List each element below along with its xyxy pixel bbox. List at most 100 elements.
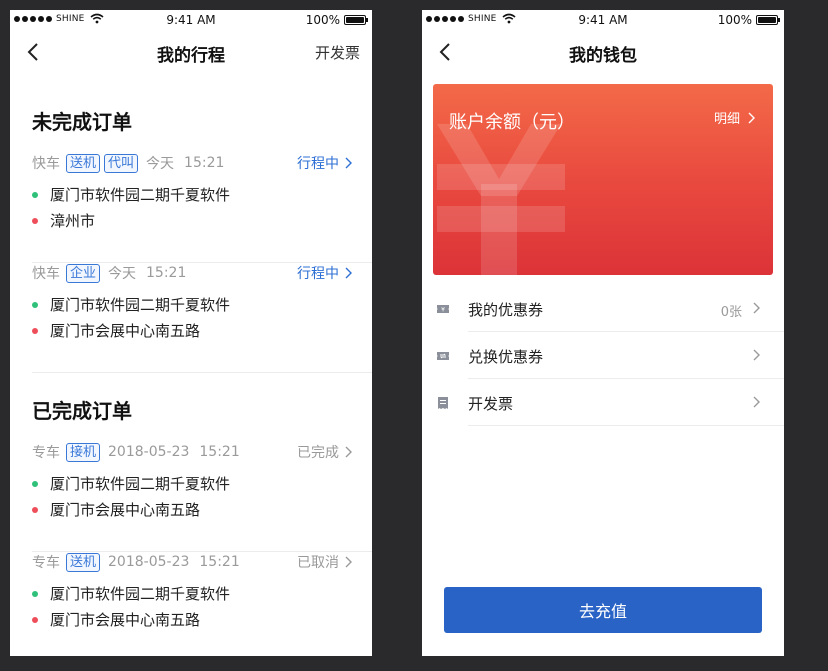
- destination-address: 厦门市会展中心南五路: [32, 499, 200, 520]
- balance-detail-label: 明细: [713, 112, 740, 127]
- order-tag: 企业: [66, 263, 101, 283]
- balance-label: 账户余额（元）: [449, 112, 575, 133]
- chevron-right-icon: [345, 267, 352, 279]
- order-card[interactable]: 专车 接机 2018-05-23 15:21 已完成 厦门市软件园二期千夏软件 …: [32, 441, 372, 552]
- order-tag: 接机: [66, 442, 101, 462]
- order-status-label: 已取消: [297, 555, 339, 571]
- menu-item-label: 兑换优惠券: [468, 348, 544, 366]
- coupon-count: 0张: [720, 305, 742, 320]
- wallet-screen: SHINE 9:41 AM 100% 我的钱包 账户余额（元） 明细 ¥ 我的优…: [422, 10, 784, 656]
- order-time: 15:21: [199, 444, 240, 460]
- origin-dot-icon: [32, 480, 38, 487]
- order-status-label: 行程中: [297, 156, 339, 172]
- status-bar: SHINE 9:41 AM 100%: [422, 10, 784, 30]
- order-status[interactable]: 行程中: [297, 262, 352, 284]
- menu-item-exchange-coupons[interactable]: 兑换优惠券: [436, 333, 784, 379]
- menu-item-invoice[interactable]: 开发票: [436, 380, 784, 426]
- order-meta: 快车 企业 今天 15:21: [32, 262, 186, 284]
- destination-address: 厦门市会展中心南五路: [32, 609, 200, 630]
- balance-card: 账户余额（元） 明细: [433, 84, 773, 275]
- recharge-button[interactable]: 去充值: [444, 587, 762, 633]
- divider: [468, 331, 784, 332]
- status-bar: SHINE 9:41 AM 100%: [10, 10, 372, 30]
- order-day: 2018-05-23: [108, 444, 190, 460]
- order-status[interactable]: 已取消: [297, 551, 352, 573]
- order-tag: 代叫: [104, 153, 139, 173]
- chevron-right-icon: [753, 302, 760, 314]
- invoice-icon: [438, 397, 448, 409]
- origin-text: 厦门市软件园二期千夏软件: [50, 296, 231, 314]
- chevron-right-icon: [753, 349, 760, 361]
- divider: [468, 425, 784, 426]
- trips-screen: SHINE 9:41 AM 100% 我的行程 开发票 未完成订单 快车 送机 …: [10, 10, 372, 656]
- origin-text: 厦门市软件园二期千夏软件: [50, 475, 231, 493]
- car-type: 快车: [32, 156, 60, 172]
- order-status[interactable]: 已完成: [297, 441, 352, 463]
- balance-detail-link[interactable]: 明细: [714, 108, 755, 127]
- order-status-label: 行程中: [297, 266, 339, 282]
- destination-address: 厦门市会展中心南五路: [32, 320, 200, 341]
- coupon-icon: ¥: [437, 305, 449, 314]
- car-type: 快车: [32, 266, 60, 282]
- order-status[interactable]: 行程中: [297, 152, 352, 174]
- chevron-right-icon: [345, 446, 352, 458]
- nav-bar: 我的钱包: [422, 30, 784, 74]
- exchange-icon: [437, 352, 449, 360]
- chevron-right-icon: [345, 556, 352, 568]
- order-day: 今天: [108, 266, 137, 282]
- order-time: 15:21: [146, 265, 187, 281]
- origin-address: 厦门市软件园二期千夏软件: [32, 583, 230, 604]
- origin-address: 厦门市软件园二期千夏软件: [32, 184, 230, 205]
- destination-text: 厦门市会展中心南五路: [50, 501, 201, 519]
- destination-text: 厦门市会展中心南五路: [50, 611, 201, 629]
- nav-bar: 我的行程 开发票: [10, 30, 372, 74]
- origin-dot-icon: [32, 590, 38, 597]
- invoice-button[interactable]: 开发票: [315, 42, 360, 63]
- order-day: 今天: [146, 156, 175, 172]
- destination-dot-icon: [32, 327, 38, 334]
- divider: [468, 378, 784, 379]
- origin-address: 厦门市软件园二期千夏软件: [32, 294, 230, 315]
- order-meta: 专车 接机 2018-05-23 15:21: [32, 441, 240, 463]
- battery-percent: 100%: [305, 13, 340, 27]
- order-card[interactable]: 快车 企业 今天 15:21 行程中 厦门市软件园二期千夏软件 厦门市会展中心南…: [32, 262, 372, 373]
- order-status-label: 已完成: [297, 445, 339, 461]
- menu-item-label: 开发票: [468, 395, 514, 413]
- unfinished-orders-heading: 未完成订单: [32, 110, 132, 134]
- menu-item-my-coupons[interactable]: ¥ 我的优惠券 0张: [436, 286, 784, 332]
- order-meta: 快车 送机 代叫 今天 15:21: [32, 152, 224, 174]
- destination-address: 漳州市: [32, 210, 95, 231]
- destination-dot-icon: [32, 217, 38, 224]
- finished-orders-heading: 已完成订单: [32, 399, 132, 423]
- chevron-right-icon: [345, 157, 352, 169]
- destination-text: 厦门市会展中心南五路: [50, 322, 201, 340]
- battery-icon: [756, 15, 780, 25]
- order-time: 15:21: [184, 155, 225, 171]
- battery-icon: [344, 15, 368, 25]
- car-type: 专车: [32, 445, 60, 461]
- origin-dot-icon: [32, 301, 38, 308]
- origin-dot-icon: [32, 191, 38, 198]
- origin-text: 厦门市软件园二期千夏软件: [50, 186, 231, 204]
- origin-text: 厦门市软件园二期千夏软件: [50, 585, 231, 603]
- order-tag: 送机: [66, 153, 101, 173]
- chevron-right-icon: [753, 396, 760, 408]
- destination-dot-icon: [32, 506, 38, 513]
- destination-dot-icon: [32, 616, 38, 623]
- battery-indicator: 100%: [305, 13, 368, 27]
- chevron-right-icon: [748, 112, 755, 123]
- order-card[interactable]: 快车 送机 代叫 今天 15:21 行程中 厦门市软件园二期千夏软件 漳州市: [32, 152, 372, 263]
- order-day: 2018-05-23: [108, 554, 190, 570]
- page-title: 我的钱包: [569, 46, 637, 66]
- origin-address: 厦门市软件园二期千夏软件: [32, 473, 230, 494]
- order-time: 15:21: [199, 554, 240, 570]
- battery-indicator: 100%: [717, 13, 780, 27]
- svg-text:¥: ¥: [441, 307, 445, 314]
- order-card[interactable]: 专车 送机 2018-05-23 15:21 已取消 厦门市软件园二期千夏软件 …: [32, 551, 372, 656]
- order-meta: 专车 送机 2018-05-23 15:21: [32, 551, 240, 573]
- order-tag: 送机: [66, 552, 101, 572]
- battery-percent: 100%: [717, 13, 752, 27]
- car-type: 专车: [32, 555, 60, 571]
- destination-text: 漳州市: [50, 212, 96, 230]
- menu-item-label: 我的优惠券: [468, 301, 544, 319]
